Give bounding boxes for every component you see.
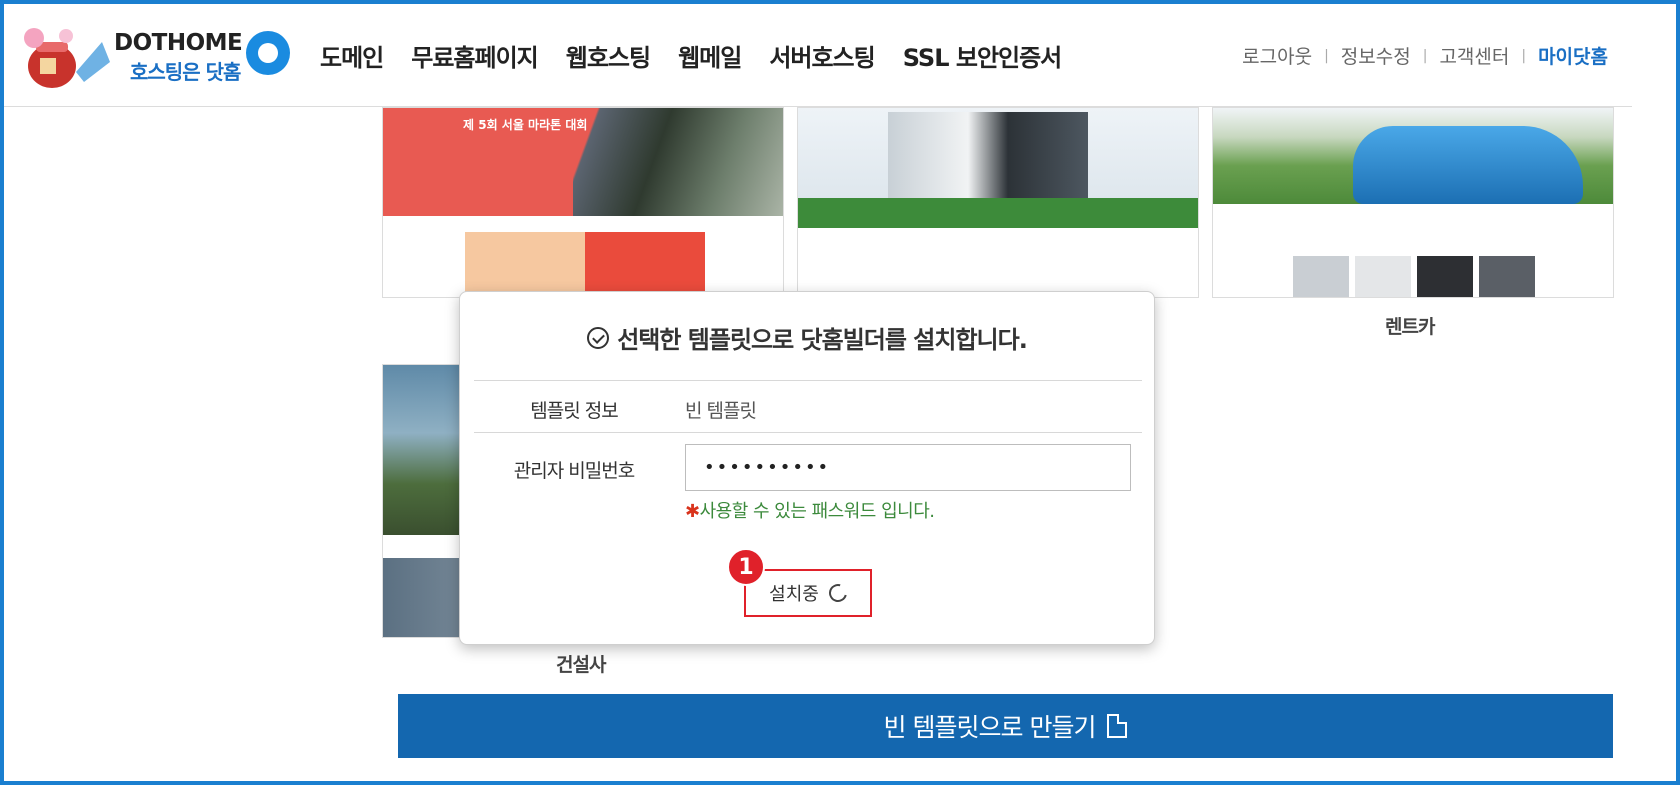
password-valid-text: 사용할 수 있는 패스워드 입니다. — [699, 501, 935, 522]
site-header: DOTHOME 호스팅은 닷홈 도메인 무료홈페이지 웹호스팅 웹메일 서버호스… — [4, 4, 1632, 107]
template-info-label: 템플릿 정보 — [530, 400, 618, 422]
loading-spinner-icon — [825, 580, 851, 606]
marathon-photo — [573, 108, 783, 216]
utility-nav: 로그아웃 | 정보수정 | 고객센터 | 마이닷홈 — [1242, 42, 1608, 69]
nav-ssl-certificate[interactable]: SSL 보안인증서 — [903, 38, 1063, 73]
nav-server-hosting[interactable]: 서버호스팅 — [769, 38, 875, 73]
marathon-tile-orange — [465, 232, 585, 297]
admin-password-input[interactable] — [685, 444, 1131, 491]
dialog-title: 선택한 템플릿으로 닷홈빌더를 설치합니다. — [460, 320, 1154, 355]
divider: | — [1521, 47, 1527, 64]
marathon-tile-red — [585, 232, 705, 297]
divider: | — [1422, 47, 1428, 64]
file-icon — [1107, 714, 1128, 738]
nav-web-hosting[interactable]: 웹호스팅 — [566, 38, 651, 73]
car-thumb — [1417, 256, 1473, 297]
template-info-value: 빈 템플릿 — [685, 400, 757, 422]
marathon-title: 제 5회 서울 마라톤 대회 — [463, 118, 588, 132]
rentcar-car-photo — [1353, 126, 1583, 204]
logo-tagline: 호스팅은 닷홈 — [130, 60, 241, 84]
blank-template-button[interactable]: 빈 템플릿으로 만들기 — [398, 694, 1613, 758]
my-dothome-link[interactable]: 마이닷홈 — [1538, 42, 1608, 69]
car-thumb — [1479, 256, 1535, 297]
edit-profile-link[interactable]: 정보수정 — [1341, 42, 1411, 69]
dothome-logo[interactable]: DOTHOME 호스팅은 닷홈 — [14, 16, 290, 94]
install-button-label: 설치중 — [769, 584, 819, 605]
asterisk-icon: ✱ — [685, 501, 700, 522]
admin-password-label: 관리자 비밀번호 — [513, 460, 635, 482]
template-card-rentcar[interactable] — [1212, 107, 1614, 298]
step-number-badge: 1 — [727, 548, 765, 586]
logout-link[interactable]: 로그아웃 — [1242, 42, 1312, 69]
divider — [474, 432, 1142, 433]
blank-template-label: 빈 템플릿으로 만들기 — [883, 713, 1097, 742]
nav-free-homepage[interactable]: 무료홈페이지 — [411, 38, 538, 73]
logo-wordmark: DOTHOME — [114, 30, 243, 56]
password-valid-message: ✱사용할 수 있는 패스워드 입니다. — [685, 497, 935, 523]
divider — [474, 380, 1142, 381]
building-green-band — [798, 198, 1198, 228]
dialog-title-text: 선택한 템플릿으로 닷홈빌더를 설치합니다. — [617, 326, 1028, 354]
check-circle-icon — [587, 326, 610, 349]
mascot-bag-icon — [24, 28, 110, 88]
logo-d-icon — [246, 31, 290, 75]
install-builder-dialog: 선택한 템플릿으로 닷홈빌더를 설치합니다. 템플릿 정보 빈 템플릿 관리자 … — [459, 291, 1155, 645]
install-button[interactable]: 설치중 — [744, 569, 872, 617]
support-center-link[interactable]: 고객센터 — [1439, 42, 1509, 69]
main-nav: 도메인 무료홈페이지 웹호스팅 웹메일 서버호스팅 SSL 보안인증서 — [320, 38, 1063, 73]
nav-domain[interactable]: 도메인 — [320, 38, 384, 73]
divider: | — [1324, 47, 1329, 64]
car-thumb — [1355, 256, 1411, 297]
template-card-marathon[interactable]: 제 5회 서울 마라톤 대회 — [382, 107, 784, 298]
nav-webmail[interactable]: 웹메일 — [678, 38, 742, 73]
template-label-construction: 건설사 — [556, 654, 606, 676]
template-label-rentcar: 렌트카 — [1385, 316, 1435, 338]
template-card-building[interactable] — [797, 107, 1199, 298]
car-thumb — [1293, 256, 1349, 297]
